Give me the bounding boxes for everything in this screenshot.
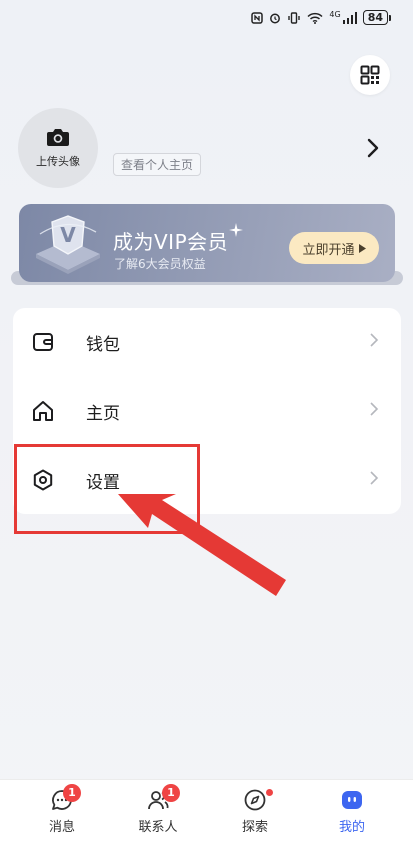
annotation-arrow-icon [118, 494, 286, 596]
menu-item-home[interactable]: 主页 [13, 377, 401, 445]
compass-icon [244, 789, 266, 811]
notification-dot [266, 789, 273, 796]
upload-avatar-label: 上传头像 [36, 155, 80, 168]
upload-avatar-button[interactable]: 上传头像 [18, 108, 98, 188]
nfc-icon [251, 11, 264, 24]
nav-item-me[interactable]: 我的 [307, 788, 397, 835]
nav-label: 消息 [48, 820, 75, 835]
camera-icon [47, 129, 69, 146]
home-icon [33, 401, 53, 421]
menu-item-label: 钱包 [86, 335, 120, 355]
nav-item-messages[interactable]: 1 消息 [17, 784, 107, 835]
play-triangle-icon [358, 243, 366, 253]
qr-code-button[interactable] [350, 55, 390, 95]
vip-open-now-button[interactable]: 立即开通 [289, 232, 379, 264]
alarm-icon [270, 13, 281, 23]
unread-badge: 1 [63, 784, 81, 802]
vip-title: 成为VIP会员 [113, 230, 229, 254]
vip-badge-icon: V [30, 212, 106, 278]
battery-level: 84 [362, 10, 388, 25]
chevron-right-icon [370, 333, 379, 347]
robot-face-icon [342, 791, 362, 809]
qr-code-icon [360, 65, 380, 85]
nav-item-contacts[interactable]: 1 联系人 [113, 784, 203, 835]
signal-label: 4G [329, 10, 341, 19]
menu-item-wallet[interactable]: 钱包 [13, 308, 401, 376]
bottom-nav: 1 消息 1 联系人 探索 我的 [0, 779, 413, 846]
vibrate-icon [288, 11, 301, 24]
sparkle-icon [229, 222, 243, 241]
nav-label: 我的 [338, 820, 365, 835]
view-profile-button[interactable]: 查看个人主页 [113, 153, 202, 176]
nav-label: 探索 [241, 820, 268, 835]
nav-label: 联系人 [138, 820, 178, 835]
unread-badge: 1 [162, 784, 180, 802]
wallet-icon [33, 333, 53, 351]
profile-chevron-right-icon[interactable] [366, 136, 380, 164]
chevron-right-icon [370, 402, 379, 416]
chevron-right-icon [370, 471, 379, 485]
wifi-icon [307, 12, 323, 24]
signal-icon [342, 11, 357, 24]
vip-open-now-label: 立即开通 [302, 242, 355, 258]
battery-tip [389, 14, 391, 21]
menu-item-label: 主页 [86, 404, 120, 424]
status-icons: 4G 84 [251, 10, 391, 25]
status-bar: 4G 84 [0, 0, 413, 36]
nav-item-explore[interactable]: 探索 [210, 788, 300, 835]
vip-badge-letter: V [60, 223, 76, 247]
vip-subtitle: 了解6大会员权益 [114, 257, 206, 271]
